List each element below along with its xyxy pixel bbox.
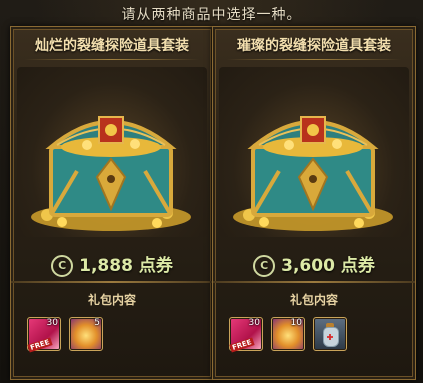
divider (227, 59, 401, 60)
package-card-2[interactable]: 璀璨的裂缝探险道具套装 C 3,600 点券 礼包内容 30 FREE 10 (212, 26, 416, 380)
item-quantity: 30 (46, 318, 58, 328)
package-title: 灿烂的裂缝探险道具套装 (35, 38, 189, 54)
coupon-icon: C (51, 255, 74, 277)
contents-label: 礼包内容 (87, 293, 136, 307)
potion-body (323, 327, 339, 347)
red-ticket-icon[interactable]: 30 FREE (229, 317, 263, 353)
divider (25, 59, 199, 60)
treasure-chest-image (219, 67, 409, 237)
selection-prompt: 请从两种商品中选择一种。 (121, 7, 302, 23)
item-quantity: 10 (290, 318, 302, 328)
free-tag: FREE (27, 337, 53, 353)
price-display: C 3,600 点券 (213, 251, 415, 277)
package-items: 30 FREE 5 (27, 317, 103, 353)
contents-label: 礼包内容 (289, 293, 338, 307)
item-quantity: 5 (94, 318, 100, 328)
free-tag: FREE (229, 337, 255, 353)
item-quantity: 30 (248, 318, 260, 328)
gold-burst-icon[interactable]: 5 (69, 317, 103, 351)
divider (213, 281, 415, 283)
price-display: C 1,888 点券 (11, 251, 213, 277)
package-card-1[interactable]: 灿烂的裂缝探险道具套装 C 1,888 点券 礼包内容 30 FREE 5 (10, 26, 214, 380)
price-value: 1,888 点券 (79, 256, 173, 276)
price-value: 3,600 点券 (281, 256, 375, 276)
divider (11, 281, 213, 283)
treasure-chest-image (17, 67, 207, 237)
gold-burst-icon[interactable]: 10 (271, 317, 305, 351)
red-ticket-icon[interactable]: 30 FREE (27, 317, 61, 353)
coupon-icon: C (253, 255, 276, 277)
potion-bottle-icon[interactable] (313, 317, 347, 351)
package-title: 璀璨的裂缝探险道具套装 (237, 38, 391, 54)
package-items: 30 FREE 10 (229, 317, 347, 353)
